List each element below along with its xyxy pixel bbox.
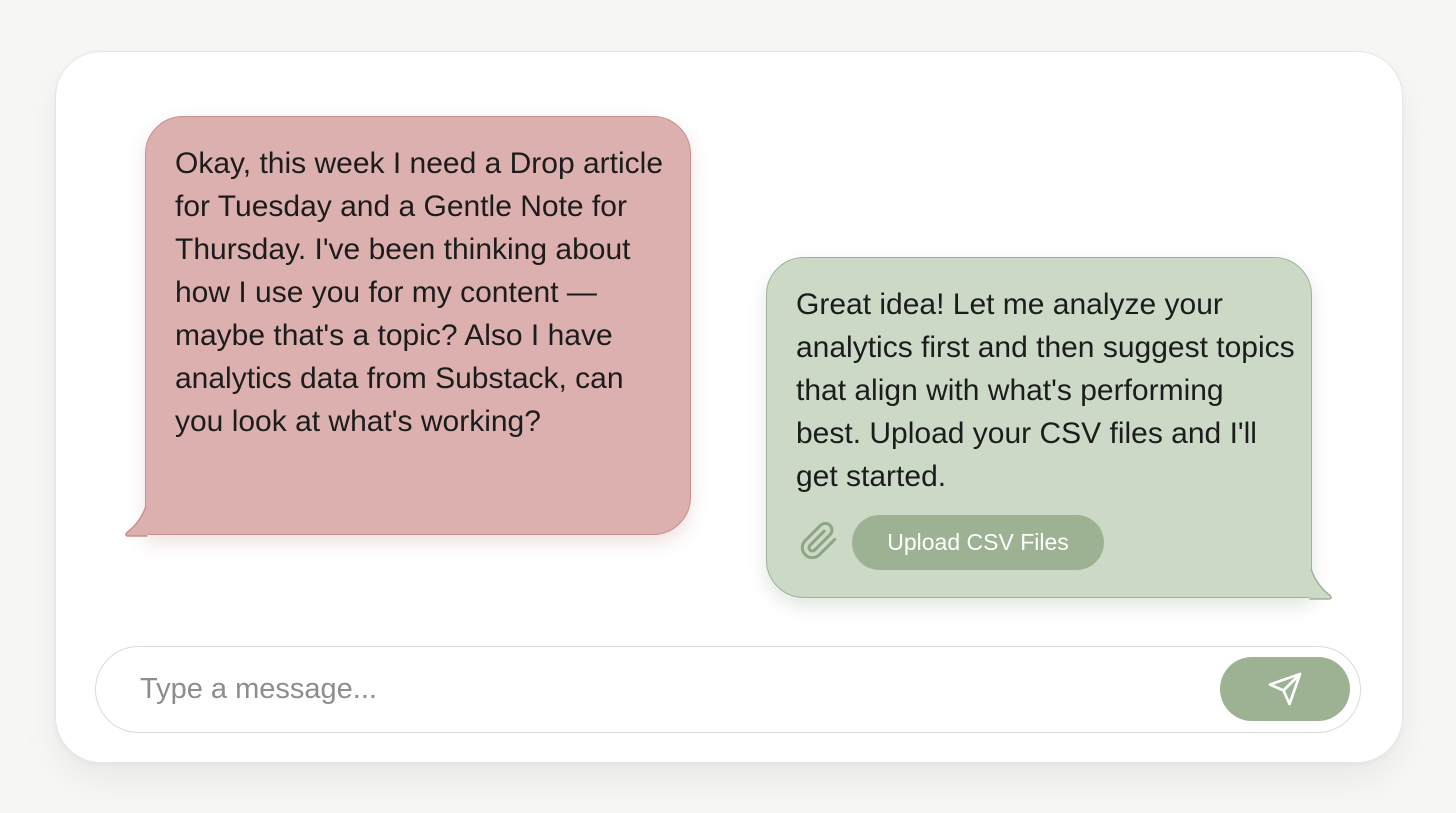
message-composer: [95, 646, 1361, 733]
message-input[interactable]: [140, 665, 1190, 713]
assistant-message-bubble: Great idea! Let me analyze your analytic…: [766, 257, 1332, 600]
assistant-bubble-tail: [1309, 564, 1332, 600]
user-message-text: Okay, this week I need a Drop article fo…: [175, 147, 663, 438]
user-message-bubble: Okay, this week I need a Drop article fo…: [125, 116, 691, 537]
assistant-message-text: Great idea! Let me analyze your analytic…: [796, 288, 1295, 493]
upload-csv-button[interactable]: Upload CSV Files: [852, 515, 1104, 570]
user-bubble-tail: [125, 501, 148, 537]
send-button[interactable]: [1220, 657, 1350, 721]
send-icon: [1268, 672, 1302, 706]
paperclip-icon[interactable]: [799, 521, 839, 561]
